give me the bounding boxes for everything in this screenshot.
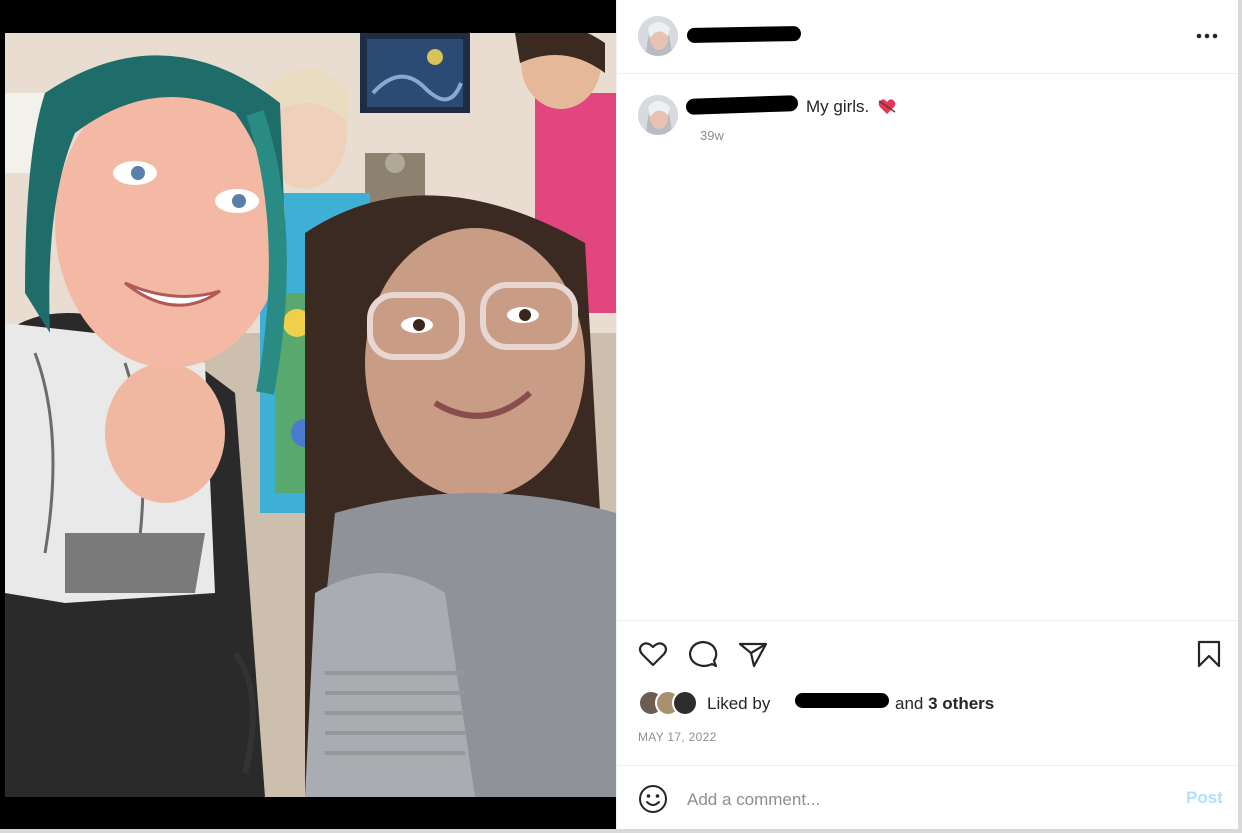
author-avatar[interactable] <box>638 16 678 56</box>
window-border-right <box>1238 0 1242 833</box>
liked-by-row: Liked by and 3 others <box>638 690 1218 718</box>
liked-by-others-link[interactable]: 3 others <box>928 694 994 713</box>
heart-outline-icon[interactable] <box>637 638 669 670</box>
liked-by-prefix: Liked by <box>707 694 771 713</box>
speech-bubble-icon[interactable] <box>687 638 719 670</box>
liked-by-suffix: and 3 others <box>895 694 994 714</box>
post-age[interactable]: 39w <box>700 128 724 143</box>
comment-divider <box>617 765 1239 766</box>
caption-author-avatar[interactable] <box>638 95 678 135</box>
liked-by-conjunction: and <box>895 694 924 713</box>
bookmark-outline-icon[interactable] <box>1193 638 1225 670</box>
caption-username-redaction[interactable] <box>685 95 799 115</box>
photo-panel <box>0 0 616 833</box>
caption-text: My girls. <box>806 97 870 116</box>
liker-username-redaction[interactable] <box>795 693 889 708</box>
more-options-icon[interactable] <box>1195 26 1219 46</box>
liker-avatar[interactable] <box>672 690 698 716</box>
heart-with-arrow-icon <box>878 99 896 114</box>
window-border-bottom <box>0 829 1242 833</box>
post-side-panel: My girls. 39w Liked by and 3 others MAY … <box>616 0 1239 829</box>
smiley-face-icon[interactable] <box>637 783 669 815</box>
actions-divider <box>617 620 1239 621</box>
comment-input[interactable] <box>687 786 1167 814</box>
post-header <box>617 0 1239 74</box>
username-redaction[interactable] <box>686 26 802 43</box>
post-date[interactable]: MAY 17, 2022 <box>638 730 717 744</box>
paper-plane-icon[interactable] <box>737 638 769 670</box>
post-comment-button[interactable]: Post <box>1186 788 1223 808</box>
post-photo[interactable] <box>5 33 616 797</box>
